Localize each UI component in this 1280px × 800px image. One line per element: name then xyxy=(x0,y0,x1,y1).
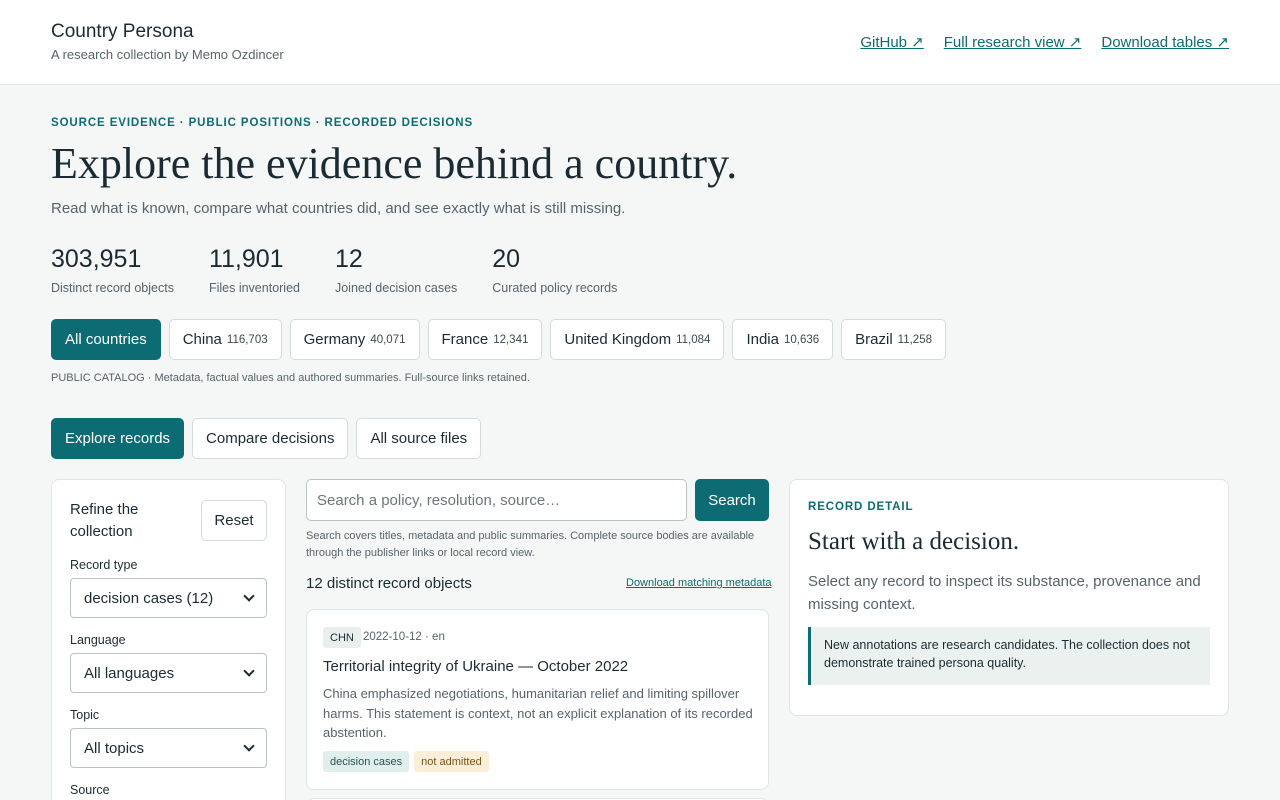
tab-compare-decisions[interactable]: Compare decisions xyxy=(192,418,349,459)
stat-policy-records: 20 Curated policy records xyxy=(492,244,617,295)
stat-label: Files inventoried xyxy=(208,281,300,295)
stat-value: 11,901 xyxy=(208,245,284,273)
country-chip-count: 11,258 xyxy=(897,333,932,346)
tab-explore-records[interactable]: Explore records xyxy=(51,418,185,459)
country-code-badge: CHN xyxy=(323,627,361,648)
country-chip-count: 116,703 xyxy=(226,333,268,346)
search-placeholder: Search a policy, resolution, source… xyxy=(317,491,561,509)
language-label: Language xyxy=(70,633,126,647)
stat-value: 303,951 xyxy=(51,245,142,273)
detail-note: New annotations are research candidates.… xyxy=(808,627,1210,685)
tab-all-source-files[interactable]: All source files xyxy=(356,418,482,459)
country-chip-label: France xyxy=(441,331,489,348)
country-chip-label: Brazil xyxy=(855,331,893,348)
reset-button[interactable]: Reset xyxy=(201,500,267,541)
country-chip-label: India xyxy=(746,331,779,348)
detail-title: Start with a decision. xyxy=(808,528,1020,555)
record-type-select[interactable]: decision cases (12) xyxy=(70,578,267,618)
download-metadata-link[interactable]: Download matching metadata xyxy=(626,577,772,589)
record-title: Territorial integrity of Ukraine — Octob… xyxy=(323,658,629,675)
stat-label: Curated policy records xyxy=(492,281,618,295)
hero-subtitle: Read what is known, compare what countri… xyxy=(51,200,626,217)
detail-body: Select any record to inspect its substan… xyxy=(808,573,1201,613)
record-card[interactable]: CHN 2022-10-12 · en Territorial integrit… xyxy=(306,609,769,790)
header-nav: GitHub ↗ Full research view ↗ Download t… xyxy=(860,33,1229,51)
country-chip-label: United Kingdom xyxy=(564,331,672,348)
record-type-label: Record type xyxy=(70,558,138,572)
chevron-down-icon xyxy=(243,665,255,677)
search-button[interactable]: Search xyxy=(695,479,769,521)
download-tables-link[interactable]: Download tables ↗ xyxy=(1101,33,1229,51)
stat-record-objects: 303,951 Distinct record objects xyxy=(51,244,174,295)
search-note: Search covers titles, metadata and publi… xyxy=(306,530,755,559)
topic-label: Topic xyxy=(70,708,100,722)
language-value: All languages xyxy=(84,664,175,682)
topic-value: All topics xyxy=(84,739,145,757)
chevron-down-icon xyxy=(243,590,255,602)
filters-title: Refine the collection xyxy=(70,501,139,540)
country-filter: All countries China 116,703 Germany 40,0… xyxy=(51,319,946,360)
country-chip-united-kingdom[interactable]: United Kingdom 11,084 xyxy=(550,319,725,360)
view-tabs: Explore records Compare decisions All so… xyxy=(51,418,482,459)
admission-status-tag: not admitted xyxy=(414,751,489,772)
stat-files-inventoried: 11,901 Files inventoried xyxy=(209,244,300,295)
detail-eyebrow: RECORD DETAIL xyxy=(808,501,914,513)
search-input[interactable]: Search a policy, resolution, source… xyxy=(306,479,687,521)
record-meta: 2022-10-12 · en xyxy=(363,631,445,643)
record-detail-panel: RECORD DETAIL Start with a decision. Sel… xyxy=(789,479,1229,716)
country-chip-brazil[interactable]: Brazil 11,258 xyxy=(841,319,946,360)
stats-row: 303,951 Distinct record objects 11,901 F… xyxy=(51,244,652,295)
country-chip-count: 11,084 xyxy=(676,333,711,346)
topic-select[interactable]: All topics xyxy=(70,728,267,768)
catalog-note: PUBLIC CATALOG · Metadata, factual value… xyxy=(51,372,530,384)
country-chip-china[interactable]: China 116,703 xyxy=(168,319,282,360)
site-header: Country Persona A research collection by… xyxy=(0,0,1280,85)
stat-decision-cases: 12 Joined decision cases xyxy=(335,244,457,295)
country-chip-count: 12,341 xyxy=(493,333,529,346)
country-chip-label: China xyxy=(182,331,222,348)
stat-label: Joined decision cases xyxy=(334,281,458,295)
chevron-down-icon xyxy=(243,740,255,752)
github-link[interactable]: GitHub ↗ xyxy=(860,33,923,51)
country-chip-count: 40,071 xyxy=(370,333,406,346)
country-chip-india[interactable]: India 10,636 xyxy=(732,319,834,360)
stat-value: 20 xyxy=(492,245,521,273)
language-select[interactable]: All languages xyxy=(70,653,267,693)
country-chip-count: 10,636 xyxy=(783,333,820,346)
site-subtitle: A research collection by Memo Ozdincer xyxy=(51,47,284,62)
page-title: Explore the evidence behind a country. xyxy=(51,139,738,188)
country-chip-germany[interactable]: Germany 40,071 xyxy=(289,319,420,360)
record-tags: decision cases not admitted xyxy=(323,751,489,772)
record-type-tag: decision cases xyxy=(323,751,410,772)
country-chip-france[interactable]: France 12,341 xyxy=(427,319,543,360)
full-research-view-link[interactable]: Full research view ↗ xyxy=(944,33,1082,51)
filters-panel: Refine the collection Reset Record type … xyxy=(51,479,286,800)
country-chip-all[interactable]: All countries xyxy=(51,319,161,360)
stat-label: Distinct record objects xyxy=(51,281,174,295)
country-chip-label: All countries xyxy=(65,331,147,348)
country-chip-label: Germany xyxy=(303,331,366,348)
result-count: 12 distinct record objects xyxy=(306,575,472,592)
hero-eyebrow: SOURCE EVIDENCE · PUBLIC POSITIONS · REC… xyxy=(51,117,474,129)
record-summary: China emphasized negotiations, humanitar… xyxy=(323,686,753,740)
stat-value: 12 xyxy=(334,245,363,273)
record-type-value: decision cases (12) xyxy=(84,589,214,607)
site-title[interactable]: Country Persona xyxy=(51,21,194,43)
source-label: Source xyxy=(70,783,110,797)
